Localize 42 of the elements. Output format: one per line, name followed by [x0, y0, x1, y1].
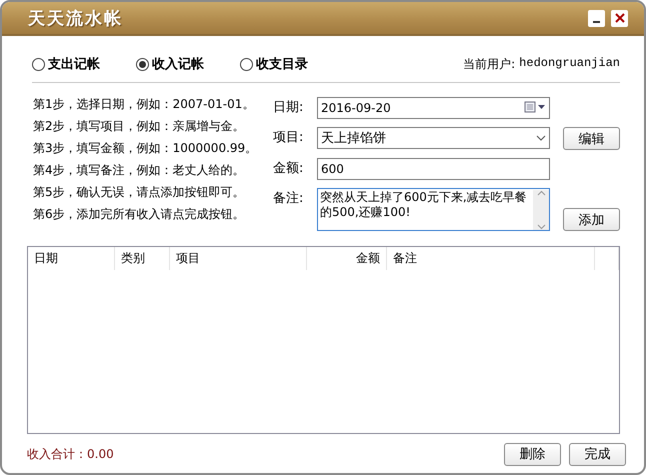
item-dropdown[interactable]: 天上掉馅饼	[317, 127, 550, 149]
radio-option[interactable]: 收支目录	[240, 55, 308, 73]
step-instruction: 第2步，填写项目，例如：亲属增与金。	[33, 118, 246, 133]
step-instruction: 第3步，填写金额，例如：1000000.99。	[33, 140, 258, 155]
radio-button[interactable]	[240, 58, 253, 70]
column-header[interactable]: 备注	[387, 247, 595, 270]
step-instruction: 第5步，确认无误，请点添加按钮即可。	[33, 184, 246, 199]
radio-option[interactable]: 支出记帐	[32, 55, 100, 73]
chevron-down-icon	[536, 134, 546, 142]
edit-button[interactable]: 编辑	[563, 127, 620, 150]
field-label: 备注:	[273, 191, 304, 207]
field-label: 日期:	[273, 100, 304, 116]
minimize-icon	[593, 20, 600, 22]
radio-option[interactable]: 收入记帐	[136, 55, 204, 73]
action-button[interactable]: 删除	[504, 442, 561, 466]
column-header[interactable]: 项目	[170, 247, 307, 270]
column-header[interactable]: 类别	[115, 247, 170, 270]
window-title: 天天流水帐	[28, 8, 124, 30]
column-header[interactable]: 日期	[28, 247, 115, 270]
column-header[interactable]: 金额	[307, 247, 387, 270]
chevron-up-icon	[536, 190, 546, 196]
step-instruction: 第4步，填写备注，例如：老丈人给的。	[33, 162, 246, 177]
field-label: 项目:	[273, 130, 304, 146]
action-button[interactable]: 完成	[569, 442, 626, 466]
amount-field[interactable]: 600	[317, 158, 550, 180]
user-label: 当前用户:	[463, 56, 516, 72]
field-label: 金额:	[273, 161, 304, 177]
close-button[interactable]	[611, 10, 628, 26]
calendar-icon	[524, 100, 546, 112]
close-icon	[614, 13, 624, 23]
radio-button[interactable]	[32, 58, 45, 70]
date-picker[interactable]: 2016-09-20	[317, 97, 550, 119]
minimize-button[interactable]	[588, 10, 605, 26]
step-instruction: 第6步，添加完所有收入请点完成按钮。	[33, 206, 246, 221]
radio-button[interactable]	[136, 58, 149, 70]
scrollbar[interactable]	[533, 190, 549, 230]
chevron-down-icon	[536, 224, 546, 230]
add-button[interactable]: 添加	[563, 208, 620, 231]
note-field[interactable]: 突然从天上掉了600元下来,减去吃早餐的500,还赚100!	[317, 188, 550, 231]
step-instruction: 第1步，选择日期，例如：2007-01-01。	[33, 96, 256, 111]
user-name: hedongruanjian	[519, 56, 620, 72]
income-total: 收入合计：0.00	[27, 446, 115, 462]
